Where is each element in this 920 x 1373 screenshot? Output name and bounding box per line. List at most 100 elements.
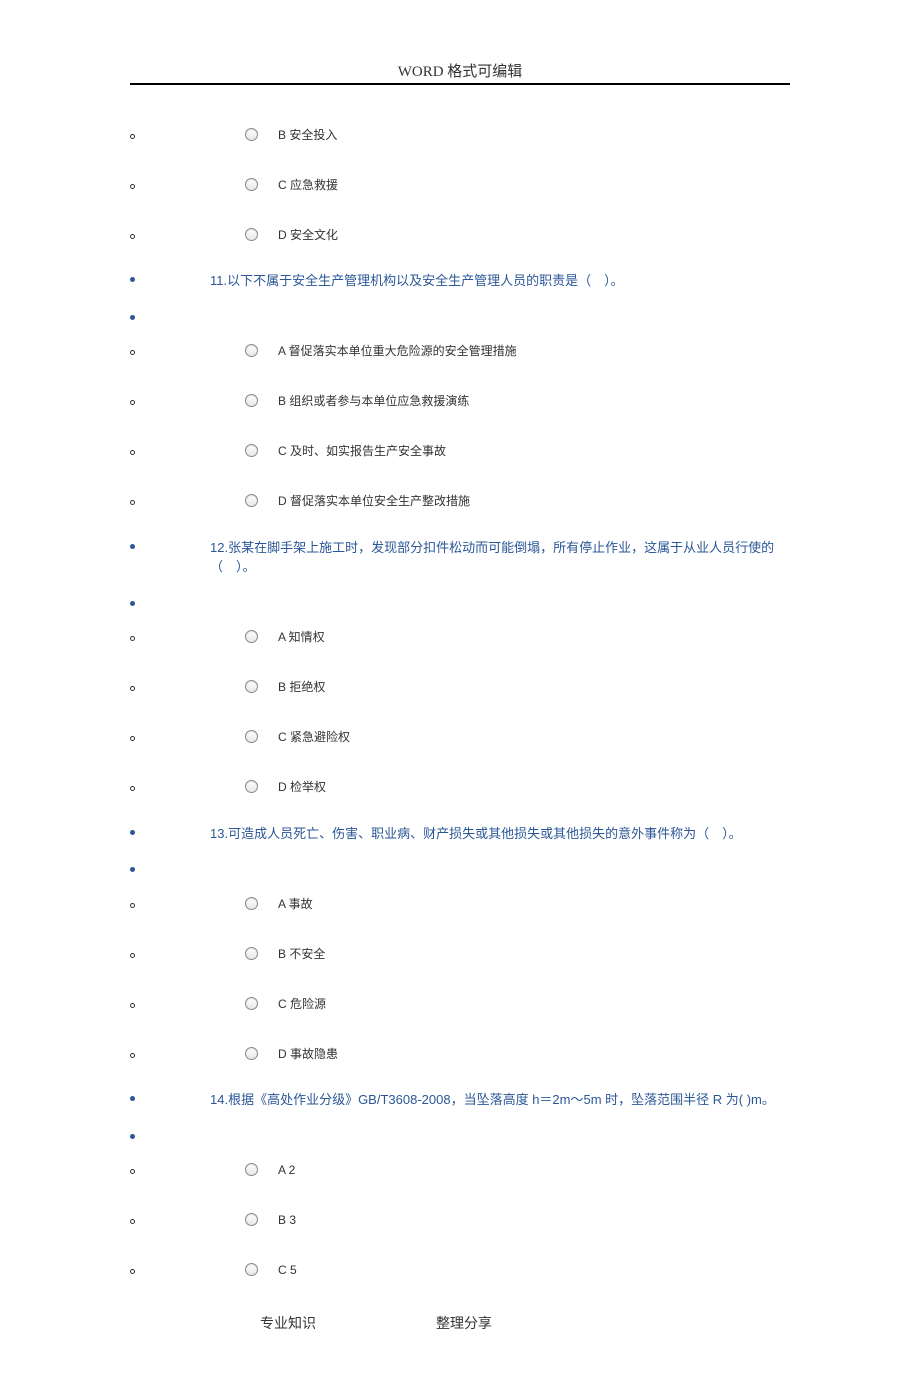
question-row: 11.以下不属于安全生产管理机构以及安全生产管理人员的职责是（ ）。 (130, 271, 790, 291)
question-row: 13.可造成人员死亡、伤害、职业病、财产损失或其他损失或其他损失的意外事件称为（… (130, 824, 790, 844)
option-label: C 5 (278, 1263, 297, 1277)
page-header: WORD 格式可编辑 (130, 60, 790, 91)
list-bullet-disc-icon (130, 1134, 135, 1139)
question-row: 14.根据《高处作业分级》GB/T3608-2008，当坠落高度 h＝2m～5m… (130, 1090, 790, 1110)
option-label: A 事故 (278, 895, 313, 912)
footer-left: 专业知识 (260, 1313, 316, 1333)
question-text: 14.根据《高处作业分级》GB/T3608-2008，当坠落高度 h＝2m～5m… (210, 1090, 775, 1110)
option-label: B 组织或者参与本单位应急救援演练 (278, 392, 469, 409)
list-bullet-circle-icon (130, 1269, 135, 1274)
list-bullet-circle-icon (130, 786, 135, 791)
list-bullet-disc-icon (130, 867, 135, 872)
list-bullet-disc-icon (130, 1096, 135, 1101)
option-row: B 不安全 (130, 940, 790, 966)
radio-button[interactable] (245, 228, 258, 241)
question-text: 11.以下不属于安全生产管理机构以及安全生产管理人员的职责是（ ）。 (210, 271, 624, 291)
list-bullet-circle-icon (130, 953, 135, 958)
radio-button[interactable] (245, 680, 258, 693)
question-row: 12.张某在脚手架上施工时，发现部分扣件松动而可能倒塌，所有停止作业，这属于从业… (130, 538, 790, 577)
option-row: C 危险源 (130, 990, 790, 1016)
list-bullet-circle-icon (130, 636, 135, 641)
option-label: B 3 (278, 1213, 296, 1227)
empty-row (130, 595, 790, 606)
option-label: D 督促落实本单位安全生产整改措施 (278, 492, 470, 509)
option-label: C 紧急避险权 (278, 728, 350, 745)
list-bullet-circle-icon (130, 400, 135, 405)
radio-button[interactable] (245, 897, 258, 910)
option-row: D 检举权 (130, 774, 790, 800)
radio-button[interactable] (245, 444, 258, 457)
list-bullet-circle-icon (130, 736, 135, 741)
radio-button[interactable] (245, 1047, 258, 1060)
content-area: B 安全投入 C 应急救援 D 安全文化 11.以下不属于安全生产管理机构以及安全生产… (130, 121, 790, 1283)
list-bullet-circle-icon (130, 500, 135, 505)
page-footer: 专业知识 整理分享 (130, 1313, 790, 1333)
radio-button[interactable] (245, 730, 258, 743)
option-row: A 事故 (130, 890, 790, 916)
list-bullet-circle-icon (130, 1053, 135, 1058)
option-row: B 安全投入 (130, 121, 790, 147)
question-text: 13.可造成人员死亡、伤害、职业病、财产损失或其他损失或其他损失的意外事件称为（… (210, 824, 742, 844)
radio-button[interactable] (245, 630, 258, 643)
radio-button[interactable] (245, 394, 258, 407)
option-label: C 及时、如实报告生产安全事故 (278, 442, 446, 459)
option-row: B 拒绝权 (130, 674, 790, 700)
option-row: A 督促落实本单位重大危险源的安全管理措施 (130, 338, 790, 364)
option-label: B 拒绝权 (278, 678, 325, 695)
list-bullet-circle-icon (130, 686, 135, 691)
option-row: C 及时、如实报告生产安全事故 (130, 438, 790, 464)
option-row: A 2 (130, 1157, 790, 1183)
question-text: 12.张某在脚手架上施工时，发现部分扣件松动而可能倒塌，所有停止作业，这属于从业… (210, 538, 790, 577)
footer-right: 整理分享 (436, 1313, 492, 1333)
list-bullet-circle-icon (130, 450, 135, 455)
radio-button[interactable] (245, 997, 258, 1010)
empty-row (130, 861, 790, 872)
radio-button[interactable] (245, 780, 258, 793)
option-row: C 紧急避险权 (130, 724, 790, 750)
option-label: B 安全投入 (278, 126, 337, 143)
list-bullet-circle-icon (130, 134, 135, 139)
option-row: B 组织或者参与本单位应急救援演练 (130, 388, 790, 414)
option-row: D 安全文化 (130, 221, 790, 247)
radio-button[interactable] (245, 178, 258, 191)
option-label: B 不安全 (278, 945, 325, 962)
radio-button[interactable] (245, 344, 258, 357)
option-label: A 知情权 (278, 628, 325, 645)
radio-button[interactable] (245, 128, 258, 141)
radio-button[interactable] (245, 1263, 258, 1276)
radio-button[interactable] (245, 947, 258, 960)
empty-row (130, 309, 790, 320)
list-bullet-circle-icon (130, 1169, 135, 1174)
option-label: D 检举权 (278, 778, 326, 795)
list-bullet-circle-icon (130, 350, 135, 355)
document-page: WORD 格式可编辑 B 安全投入 C 应急救援 D 安全文化 11.以下不属于安全生… (0, 0, 920, 1373)
radio-button[interactable] (245, 494, 258, 507)
option-label: A 2 (278, 1163, 295, 1177)
list-bullet-disc-icon (130, 830, 135, 835)
header-underline (130, 83, 790, 85)
radio-button[interactable] (245, 1163, 258, 1176)
list-bullet-disc-icon (130, 315, 135, 320)
option-row: A 知情权 (130, 624, 790, 650)
option-label: C 危险源 (278, 995, 326, 1012)
list-bullet-disc-icon (130, 601, 135, 606)
empty-row (130, 1128, 790, 1139)
option-label: D 安全文化 (278, 226, 338, 243)
option-label: A 督促落实本单位重大危险源的安全管理措施 (278, 342, 517, 359)
option-row: C 5 (130, 1257, 790, 1283)
list-bullet-circle-icon (130, 1219, 135, 1224)
list-bullet-disc-icon (130, 544, 135, 549)
option-row: C 应急救援 (130, 171, 790, 197)
list-bullet-circle-icon (130, 184, 135, 189)
list-bullet-disc-icon (130, 277, 135, 282)
option-row: B 3 (130, 1207, 790, 1233)
list-bullet-circle-icon (130, 1003, 135, 1008)
header-text: WORD 格式可编辑 (398, 64, 523, 80)
option-row: D 事故隐患 (130, 1040, 790, 1066)
list-bullet-circle-icon (130, 234, 135, 239)
option-row: D 督促落实本单位安全生产整改措施 (130, 488, 790, 514)
option-label: C 应急救援 (278, 176, 338, 193)
radio-button[interactable] (245, 1213, 258, 1226)
list-bullet-circle-icon (130, 903, 135, 908)
option-label: D 事故隐患 (278, 1045, 338, 1062)
